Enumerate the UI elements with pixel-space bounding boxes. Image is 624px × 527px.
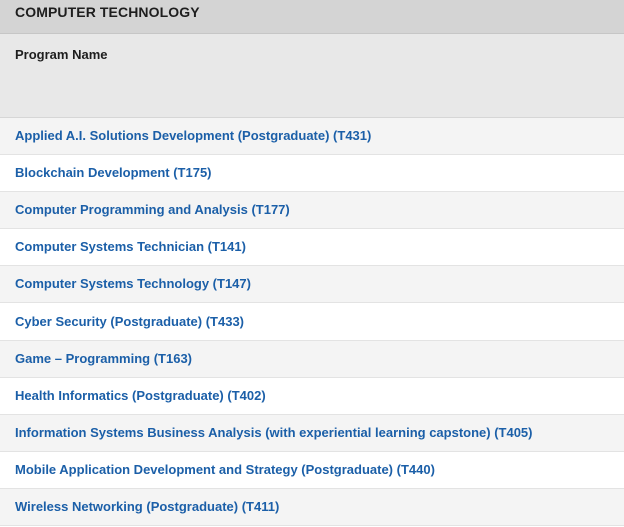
program-link[interactable]: Wireless Networking (Postgraduate) (T411… — [15, 499, 279, 515]
program-link[interactable]: Computer Systems Technology (T147) — [15, 276, 251, 292]
program-link[interactable]: Computer Systems Technician (T141) — [15, 239, 246, 255]
program-link[interactable]: Cyber Security (Postgraduate) (T433) — [15, 314, 244, 330]
table-row: Information Systems Business Analysis (w… — [0, 414, 624, 452]
table-row: Cyber Security (Postgraduate) (T433) — [0, 303, 624, 341]
program-link[interactable]: Computer Programming and Analysis (T177) — [15, 202, 290, 218]
table-row: Blockchain Development (T175) — [0, 155, 624, 193]
program-list: Applied A.I. Solutions Development (Post… — [0, 118, 624, 527]
program-link[interactable]: Information Systems Business Analysis (w… — [15, 425, 533, 441]
table-row: Computer Programming and Analysis (T177) — [0, 192, 624, 230]
column-header-program-name: Program Name — [0, 34, 624, 118]
table-row: Computer Systems Technology (T147) — [0, 266, 624, 304]
table-row: Computer Systems Technician (T141) — [0, 229, 624, 267]
program-link[interactable]: Blockchain Development (T175) — [15, 165, 212, 181]
table-row: Game – Programming (T163) — [0, 340, 624, 378]
program-link[interactable]: Mobile Application Development and Strat… — [15, 462, 435, 478]
program-link[interactable]: Game – Programming (T163) — [15, 351, 192, 367]
table-row: Applied A.I. Solutions Development (Post… — [0, 118, 624, 156]
table-row: Wireless Networking (Postgraduate) (T411… — [0, 488, 624, 527]
table-row: Health Informatics (Postgraduate) (T402) — [0, 377, 624, 415]
section-title: COMPUTER TECHNOLOGY — [0, 0, 624, 34]
program-link[interactable]: Health Informatics (Postgraduate) (T402) — [15, 388, 266, 404]
program-link[interactable]: Applied A.I. Solutions Development (Post… — [15, 128, 371, 144]
program-table: COMPUTER TECHNOLOGY Program Name Applied… — [0, 0, 624, 527]
table-row: Mobile Application Development and Strat… — [0, 451, 624, 489]
